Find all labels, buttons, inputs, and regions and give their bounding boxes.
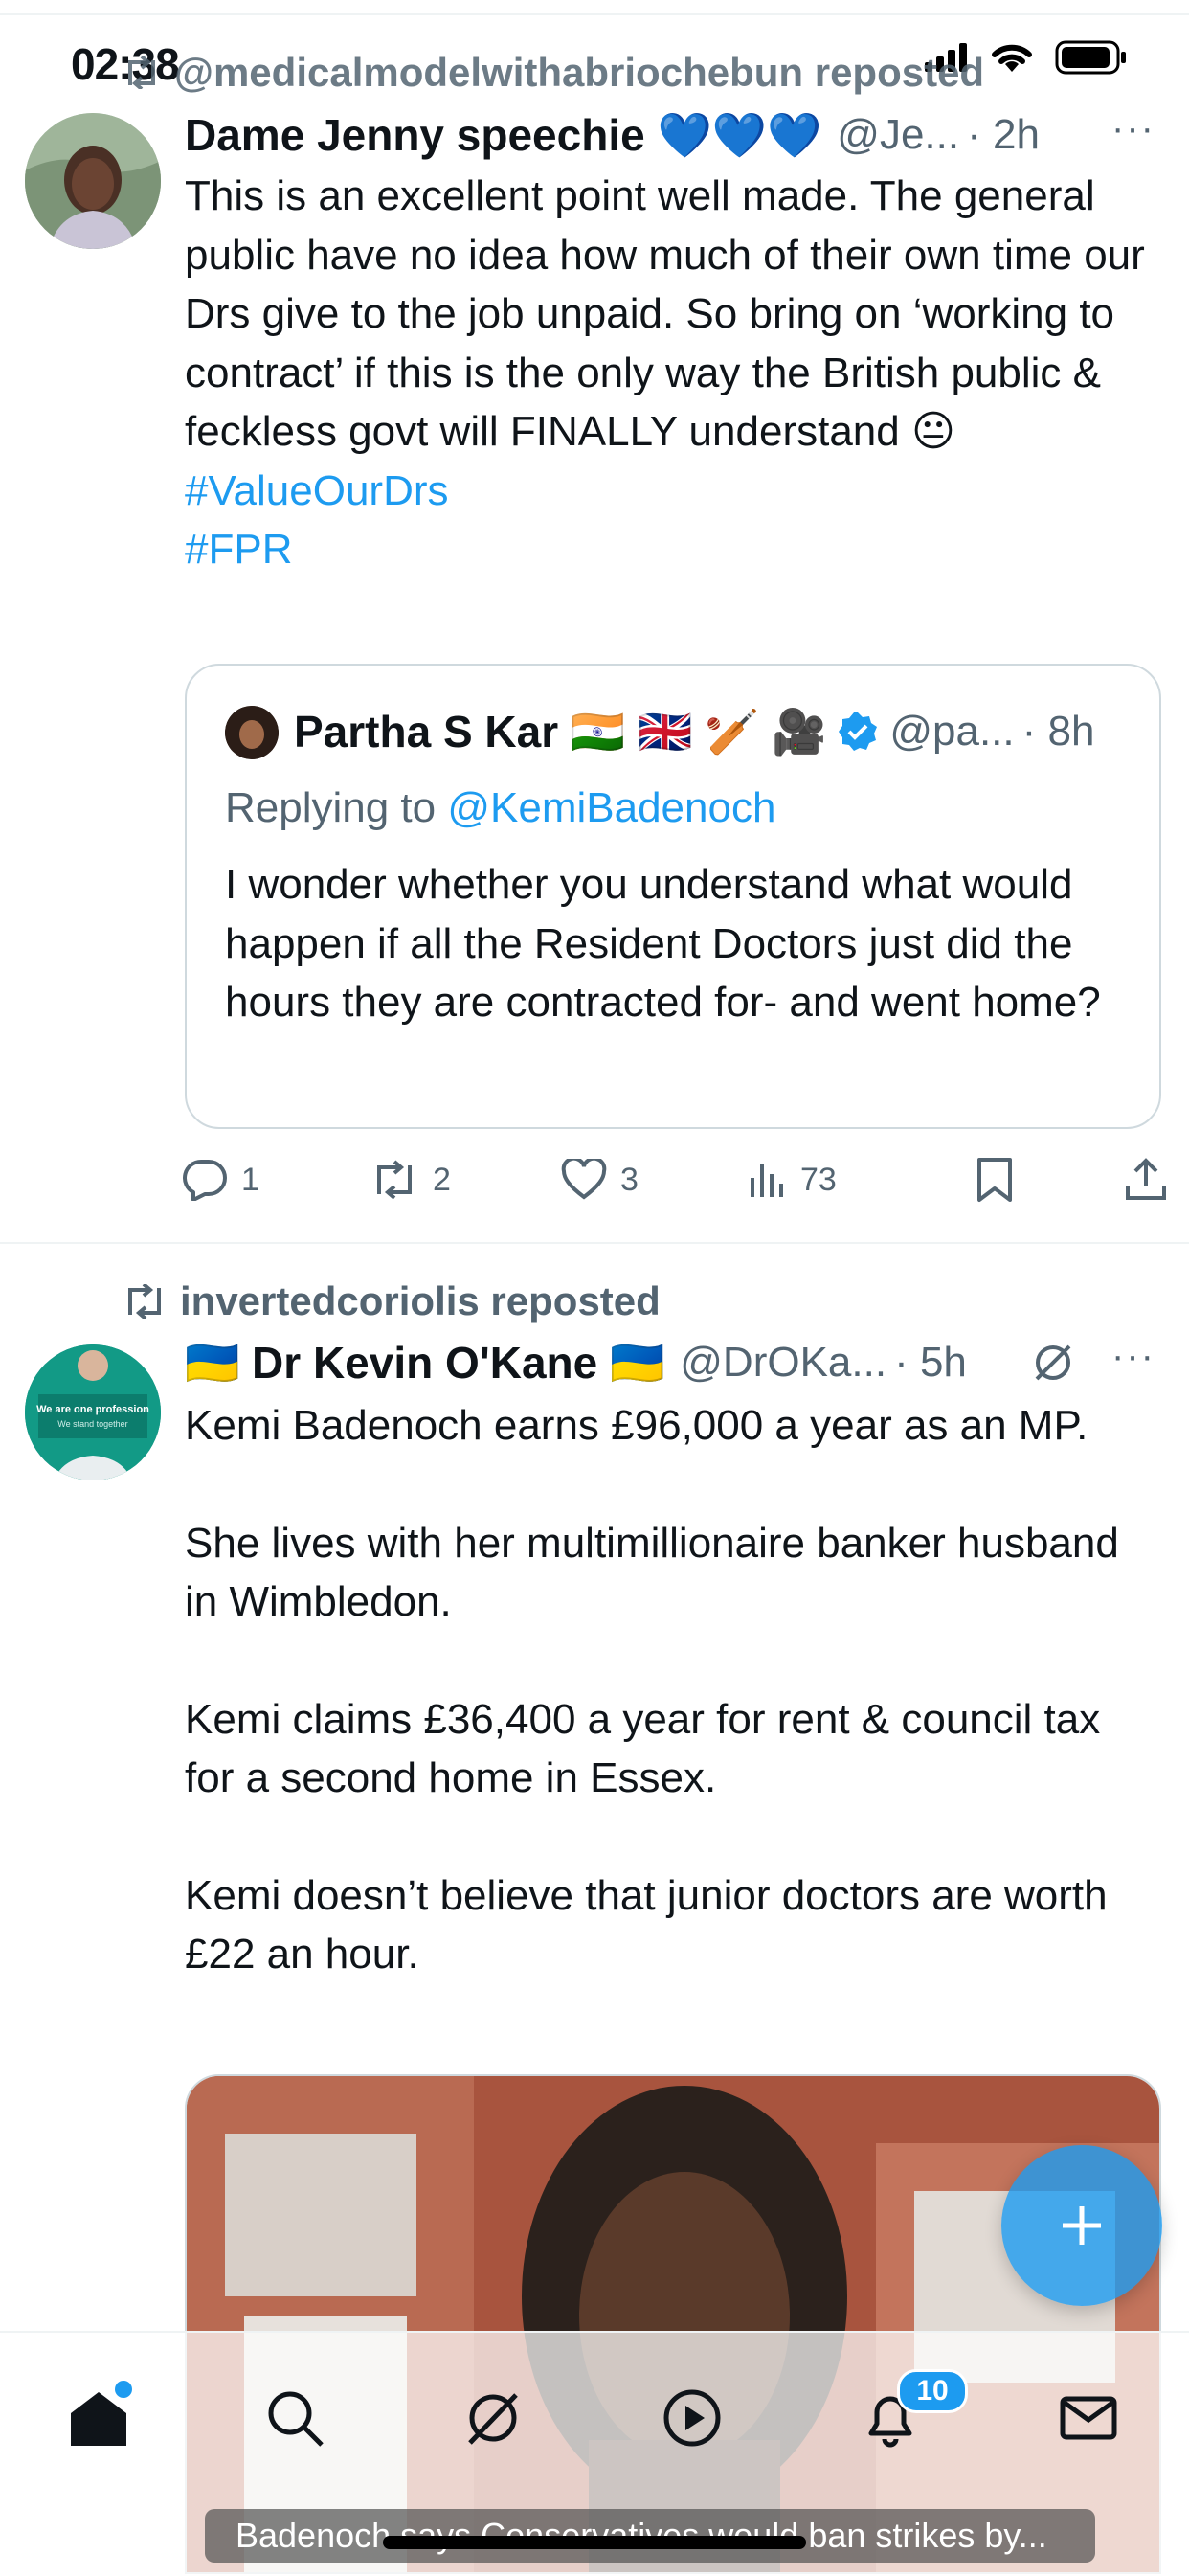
hashtag-link[interactable]: #FPR: [185, 520, 1152, 579]
repost-icon: [377, 1160, 412, 1200]
bookmark-icon: [976, 1158, 1012, 1202]
repost-icon: [128, 1284, 161, 1319]
quote-handle: @pa...: [889, 708, 1015, 755]
nav-home[interactable]: [56, 2375, 142, 2461]
hashtag-link[interactable]: #ValueOurDrs: [185, 462, 1152, 521]
nav-notifications[interactable]: 10: [847, 2369, 968, 2461]
home-indicator[interactable]: [383, 2536, 806, 2549]
grok-icon: [468, 2393, 518, 2445]
profile-photo: [25, 113, 161, 249]
tweet-header: 🇺🇦 Dr Kevin O'Kane 🇺🇦 @DrOKa... · 5h ···: [185, 1331, 1180, 1394]
tweet-header: Dame Jenny speechie 💙💙💙 @Je... · 2h ···: [185, 103, 1180, 167]
display-name[interactable]: Dame Jenny speechie 💙💙💙: [185, 109, 821, 162]
reply-icon: [183, 1160, 227, 1201]
tweet-paragraph: She lives with her multimillionaire bank…: [185, 1519, 1119, 1626]
profile-photo: We are one profession We stand together: [25, 1344, 161, 1480]
replying-to: Replying to @KemiBadenoch: [225, 779, 775, 838]
like-count: 3: [620, 1161, 639, 1198]
nav-grok[interactable]: [450, 2375, 536, 2461]
tweet-paragraph: Kemi Badenoch earns £96,000 a year as an…: [185, 1402, 1088, 1449]
nav-search[interactable]: [252, 2375, 338, 2461]
replying-prefix: Replying to: [225, 784, 448, 831]
grok-icon[interactable]: [1031, 1341, 1075, 1385]
view-count: 73: [800, 1161, 837, 1198]
tweet-divider: [0, 1242, 1189, 1244]
top-divider: [0, 13, 1189, 15]
quote-header: Partha S Kar 🇮🇳 🇬🇧 🏏 🎥 @pa... · 8h: [294, 700, 1155, 763]
plus-icon: [1063, 2206, 1101, 2245]
quote-display-name: Partha S Kar 🇮🇳 🇬🇧 🏏 🎥: [294, 706, 827, 757]
quote-timestamp: · 8h: [1021, 708, 1095, 755]
tweet-text: This is an excellent point well made. Th…: [185, 167, 1152, 579]
avatar-text: We stand together: [57, 1419, 127, 1429]
quoted-tweet[interactable]: Partha S Kar 🇮🇳 🇬🇧 🏏 🎥 @pa... · 8h Reply…: [185, 664, 1161, 1129]
repost-icon: [128, 56, 155, 89]
views-button[interactable]: 73: [749, 1161, 837, 1199]
handle[interactable]: @Je...: [837, 111, 959, 159]
search-icon: [268, 2391, 324, 2447]
repost-label[interactable]: invertedcoriolis reposted: [123, 1278, 661, 1324]
tweet-actions: 1 2 3 73: [182, 1147, 1168, 1212]
tweet-paragraph: Kemi claims £36,400 a year for rent & co…: [185, 1695, 1101, 1802]
notifications-badge: 10: [897, 2369, 968, 2413]
more-options-icon[interactable]: ···: [1111, 1335, 1155, 1378]
repost-label-text: @medicalmodelwithabriochebun reposted: [174, 50, 985, 95]
tweet-body: This is an excellent point well made. Th…: [185, 172, 1145, 455]
replying-handle-link[interactable]: @KemiBadenoch: [447, 784, 775, 831]
avatar[interactable]: We are one profession We stand together: [25, 1344, 161, 1480]
repost-button[interactable]: 2: [370, 1160, 451, 1200]
avatar-text: We are one profession: [36, 1404, 149, 1415]
reply-count: 1: [241, 1161, 259, 1198]
nav-videos[interactable]: [649, 2375, 735, 2461]
timestamp[interactable]: · 5h: [894, 1339, 967, 1387]
share-button[interactable]: [1124, 1158, 1168, 1202]
tweet-text: Kemi Badenoch earns £96,000 a year as an…: [185, 1396, 1152, 1984]
repost-count: 2: [433, 1161, 451, 1198]
nav-messages[interactable]: [1045, 2375, 1132, 2461]
mail-icon: [1060, 2396, 1117, 2440]
share-icon: [1125, 1158, 1166, 1200]
play-icon: [663, 2389, 721, 2447]
quote-profile-photo: [225, 706, 279, 759]
like-button[interactable]: 3: [561, 1159, 639, 1201]
home-unread-dot: [115, 2381, 132, 2398]
views-icon: [751, 1164, 783, 1197]
avatar[interactable]: [25, 113, 161, 249]
wifi-icon: [992, 44, 1032, 72]
repost-label-text: invertedcoriolis reposted: [180, 1278, 661, 1323]
battery-icon: [1055, 40, 1126, 75]
heart-icon: [561, 1159, 607, 1200]
more-options-icon[interactable]: ···: [1111, 107, 1155, 150]
display-name[interactable]: 🇺🇦 Dr Kevin O'Kane 🇺🇦: [185, 1337, 664, 1390]
reply-button[interactable]: 1: [182, 1159, 259, 1201]
timestamp[interactable]: · 2h: [967, 111, 1040, 159]
handle[interactable]: @DrOKa...: [680, 1339, 886, 1387]
quote-text: I wonder whether you understand what wou…: [225, 861, 1101, 1026]
bookmark-button[interactable]: [976, 1157, 1014, 1203]
compose-button[interactable]: [1001, 2145, 1162, 2306]
verified-badge-icon: [839, 712, 878, 751]
repost-label[interactable]: @medicalmodelwithabriochebun reposted: [123, 50, 984, 96]
tweet-paragraph: Kemi doesn’t believe that junior doctors…: [185, 1871, 1108, 1978]
quote-avatar: [225, 706, 279, 759]
